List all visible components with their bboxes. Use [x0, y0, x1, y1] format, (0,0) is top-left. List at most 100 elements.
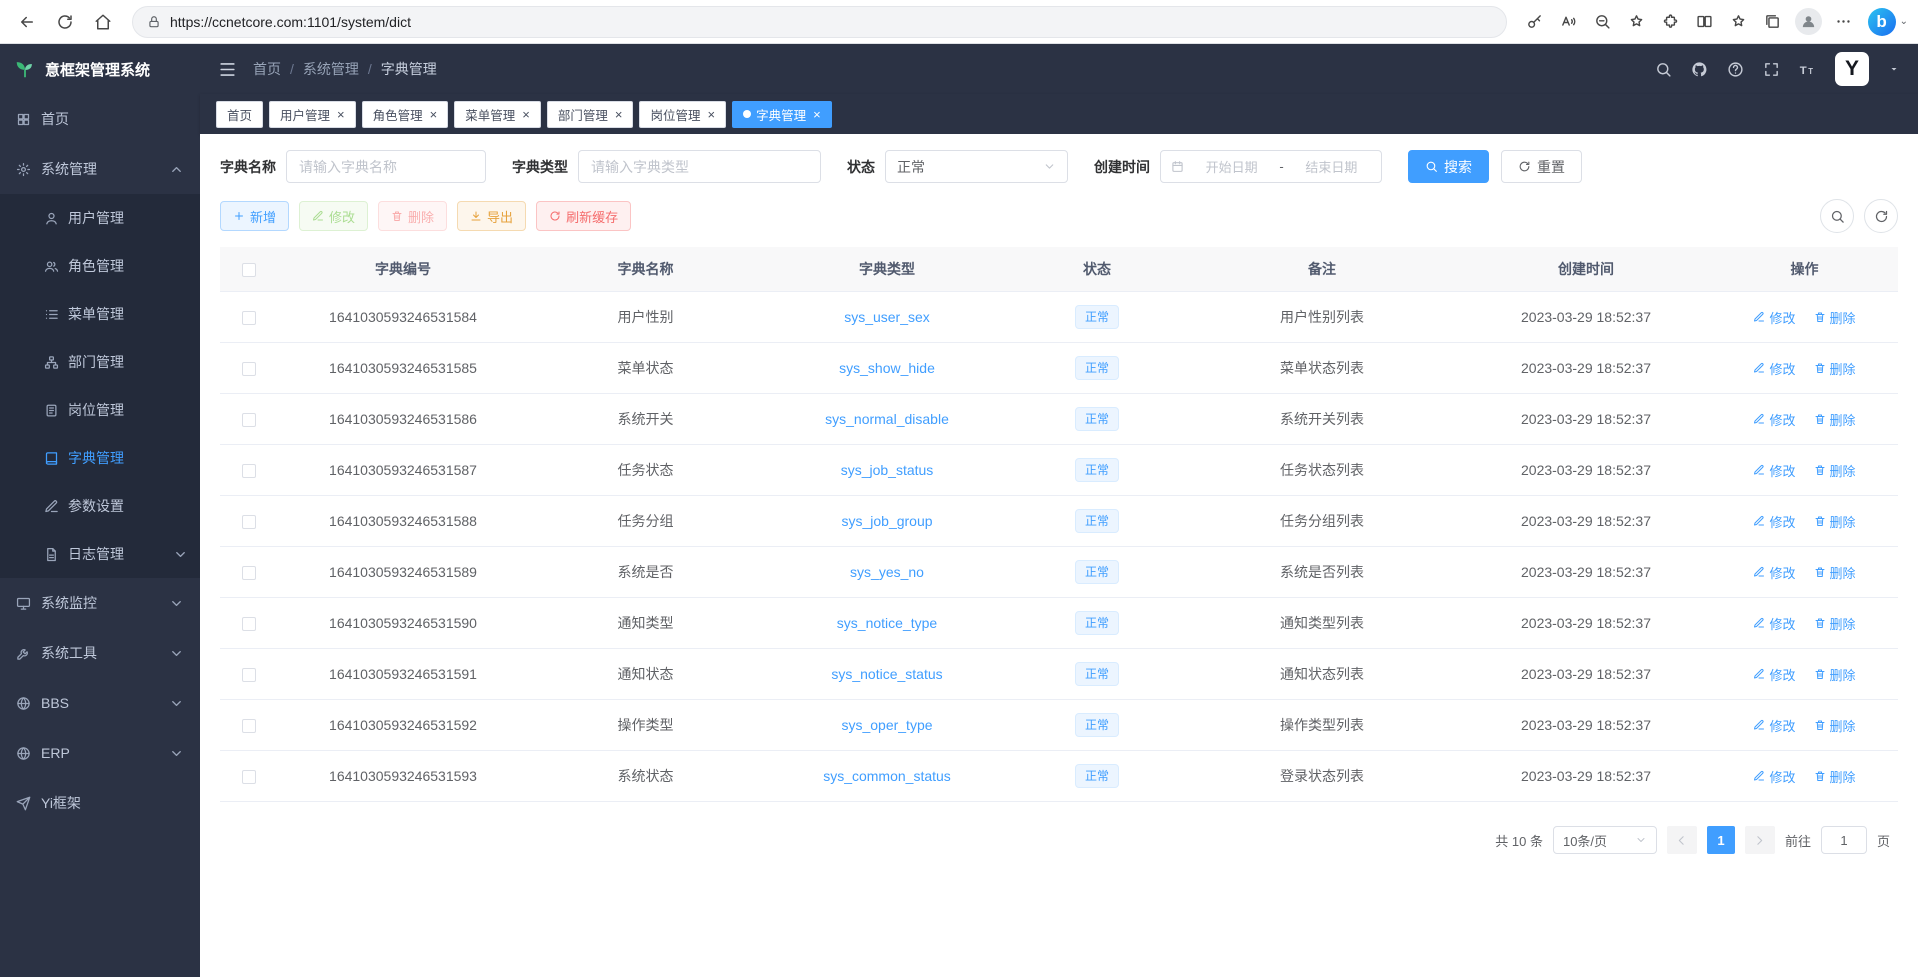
next-page-button[interactable] [1745, 826, 1775, 854]
sidebar-item-user[interactable]: 用户管理 [0, 194, 200, 242]
read-aloud-button[interactable] [1553, 6, 1585, 38]
select-all-checkbox[interactable] [242, 263, 256, 277]
row-edit-button[interactable]: 修改 [1753, 461, 1795, 480]
close-icon[interactable]: × [813, 108, 821, 121]
copilot-icon[interactable]: b [1868, 8, 1896, 36]
row-delete-button[interactable]: 删除 [1814, 410, 1856, 429]
user-avatar[interactable]: Y [1835, 52, 1869, 86]
goto-page-input[interactable] [1821, 826, 1867, 854]
row-checkbox[interactable] [242, 719, 256, 733]
row-delete-button[interactable]: 删除 [1814, 665, 1856, 684]
dict-type-link[interactable]: sys_job_group [841, 513, 932, 529]
breadcrumb-item[interactable]: 系统管理 [303, 59, 359, 79]
row-checkbox[interactable] [242, 617, 256, 631]
browser-profile-avatar[interactable] [1795, 8, 1822, 35]
row-edit-button[interactable]: 修改 [1753, 767, 1795, 786]
date-range-picker[interactable]: 开始日期 - 结束日期 [1160, 150, 1382, 183]
row-checkbox[interactable] [242, 362, 256, 376]
collections-button[interactable] [1757, 6, 1789, 38]
sidebar-item-post[interactable]: 岗位管理 [0, 386, 200, 434]
browser-refresh-button[interactable] [48, 6, 82, 38]
add-favorite-button[interactable] [1621, 6, 1653, 38]
row-edit-button[interactable]: 修改 [1753, 410, 1795, 429]
sidebar-toggle-button[interactable] [218, 60, 237, 79]
sidebar-item-monitor[interactable]: 系统监控 [0, 578, 200, 628]
page-size-select[interactable]: 10条/页 [1553, 826, 1657, 854]
row-delete-button[interactable]: 删除 [1814, 614, 1856, 633]
toggle-search-button[interactable] [1820, 199, 1854, 233]
row-checkbox[interactable] [242, 413, 256, 427]
tab-home[interactable]: 首页 [216, 101, 263, 128]
row-delete-button[interactable]: 删除 [1814, 461, 1856, 480]
close-icon[interactable]: × [430, 108, 438, 121]
dict-name-input[interactable] [286, 150, 486, 183]
dict-type-link[interactable]: sys_oper_type [841, 717, 932, 733]
password-key-button[interactable] [1519, 6, 1551, 38]
dict-type-link[interactable]: sys_show_hide [839, 360, 935, 376]
avatar-caret-icon[interactable] [1888, 63, 1900, 75]
browser-address-bar[interactable]: https://ccnetcore.com:1101/system/dict [132, 6, 1507, 38]
row-edit-button[interactable]: 修改 [1753, 665, 1795, 684]
refresh-cache-button[interactable]: 刷新缓存 [536, 201, 631, 231]
row-edit-button[interactable]: 修改 [1753, 308, 1795, 327]
add-button[interactable]: 新增 [220, 201, 289, 231]
sidebar-item-log[interactable]: 日志管理 [0, 530, 200, 578]
tab-menu[interactable]: 菜单管理× [454, 101, 541, 128]
row-edit-button[interactable]: 修改 [1753, 716, 1795, 735]
dict-type-link[interactable]: sys_notice_status [831, 666, 942, 682]
dict-type-link[interactable]: sys_common_status [823, 768, 951, 784]
row-delete-button[interactable]: 删除 [1814, 767, 1856, 786]
row-edit-button[interactable]: 修改 [1753, 563, 1795, 582]
row-delete-button[interactable]: 删除 [1814, 359, 1856, 378]
dict-type-link[interactable]: sys_normal_disable [825, 411, 949, 427]
breadcrumb-item[interactable]: 字典管理 [381, 59, 437, 79]
font-size-icon[interactable]: TT [1799, 61, 1816, 78]
status-select[interactable]: 正常 [885, 150, 1068, 183]
split-screen-button[interactable] [1689, 6, 1721, 38]
url-text[interactable]: https://ccnetcore.com:1101/system/dict [170, 14, 411, 30]
dict-type-link[interactable]: sys_notice_type [837, 615, 937, 631]
browser-menu-button[interactable] [1828, 6, 1860, 38]
sidebar-item-yi[interactable]: Yi框架 [0, 778, 200, 828]
row-delete-button[interactable]: 删除 [1814, 563, 1856, 582]
extensions-button[interactable] [1655, 6, 1687, 38]
fullscreen-icon[interactable] [1763, 61, 1780, 78]
sidebar-item-param[interactable]: 参数设置 [0, 482, 200, 530]
row-delete-button[interactable]: 删除 [1814, 716, 1856, 735]
tab-role[interactable]: 角色管理× [362, 101, 449, 128]
breadcrumb-item[interactable]: 首页 [253, 59, 281, 79]
sidebar-item-erp[interactable]: ERP [0, 728, 200, 778]
dict-type-link[interactable]: sys_yes_no [850, 564, 924, 580]
close-icon[interactable]: × [522, 108, 530, 121]
row-checkbox[interactable] [242, 311, 256, 325]
prev-page-button[interactable] [1667, 826, 1697, 854]
sidebar-item-bbs[interactable]: BBS [0, 678, 200, 728]
row-delete-button[interactable]: 删除 [1814, 308, 1856, 327]
browser-back-button[interactable] [10, 6, 44, 38]
close-icon[interactable]: × [337, 108, 345, 121]
export-button[interactable]: 导出 [457, 201, 526, 231]
edit-button[interactable]: 修改 [299, 201, 368, 231]
reset-button[interactable]: 重置 [1501, 150, 1582, 183]
close-icon[interactable]: × [615, 108, 623, 121]
row-checkbox[interactable] [242, 770, 256, 784]
header-search-icon[interactable] [1655, 61, 1672, 78]
row-checkbox[interactable] [242, 515, 256, 529]
delete-button[interactable]: 删除 [378, 201, 447, 231]
sidebar-item-home[interactable]: 首页 [0, 94, 200, 144]
sidebar-item-dept[interactable]: 部门管理 [0, 338, 200, 386]
page-number-button[interactable]: 1 [1707, 826, 1735, 854]
sidebar-item-tool[interactable]: 系统工具 [0, 628, 200, 678]
row-checkbox[interactable] [242, 668, 256, 682]
row-edit-button[interactable]: 修改 [1753, 512, 1795, 531]
sidebar-item-role[interactable]: 角色管理 [0, 242, 200, 290]
search-button[interactable]: 搜索 [1408, 150, 1489, 183]
close-icon[interactable]: × [707, 108, 715, 121]
github-icon[interactable] [1691, 61, 1708, 78]
row-edit-button[interactable]: 修改 [1753, 614, 1795, 633]
dict-type-input[interactable] [578, 150, 821, 183]
browser-home-button[interactable] [86, 6, 120, 38]
zoom-out-button[interactable] [1587, 6, 1619, 38]
sidebar-item-dict[interactable]: 字典管理 [0, 434, 200, 482]
tab-dict[interactable]: 字典管理× [732, 101, 832, 128]
